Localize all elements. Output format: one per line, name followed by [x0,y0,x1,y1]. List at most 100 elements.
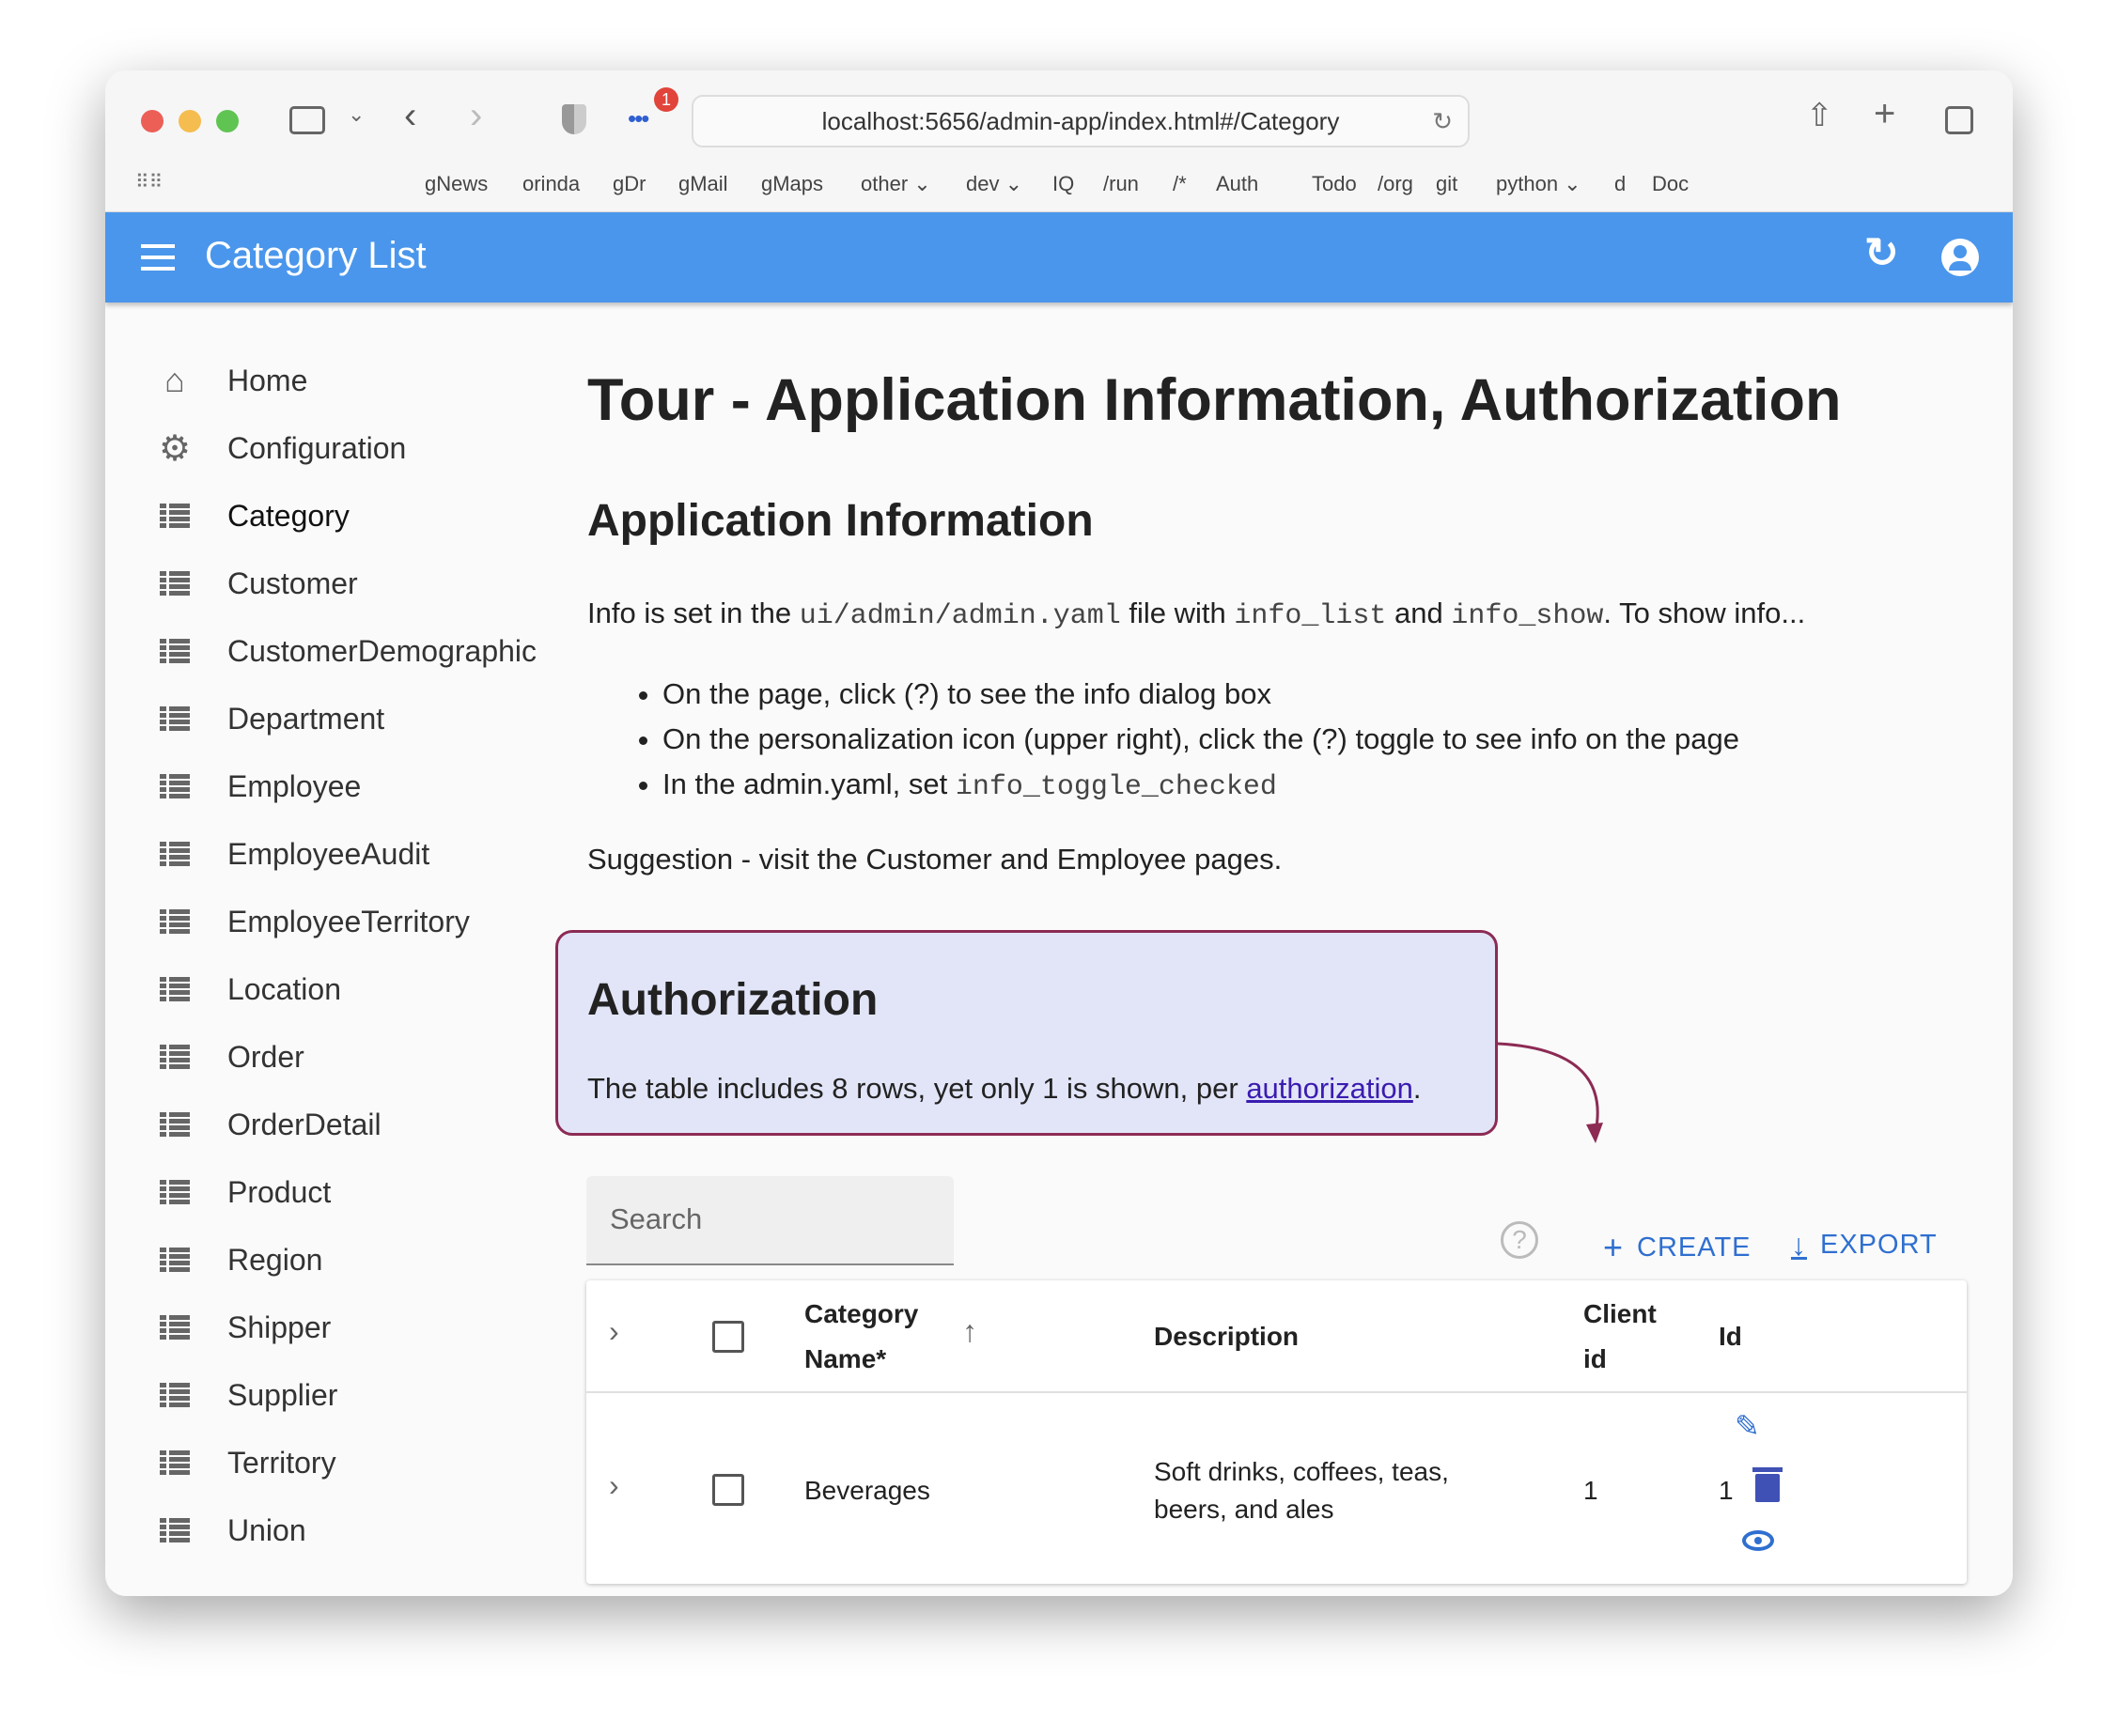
text: and [1386,597,1452,629]
delete-icon[interactable] [1752,1467,1783,1502]
sidebar-item-customer[interactable]: Customer [105,560,358,607]
list-icon [156,1315,194,1340]
list-icon [156,1450,194,1475]
text: The table includes 8 rows, yet only 1 is… [587,1072,1247,1105]
minimize-window-button[interactable] [179,110,201,132]
text: Client [1583,1299,1657,1328]
bookmark-item[interactable]: other ⌄ [861,172,931,196]
header-client-id[interactable]: Client id [1583,1292,1657,1382]
bullet-item: On the page, click (?) to see the info d… [662,672,1739,717]
browser-toolbar: ⌄ ‹ › ••• 1 localhost:5656/admin-app/ind… [105,70,2013,212]
cell-id: 1 [1719,1476,1734,1505]
extensions-icon[interactable]: ••• [628,104,649,133]
search-input[interactable]: Search [586,1176,954,1265]
forward-icon[interactable]: › [470,95,482,137]
list-icon [156,909,194,934]
bookmark-item[interactable]: gDr [613,172,646,196]
bookmark-item[interactable]: orinda [522,172,580,196]
cell-description: Soft drinks, coffees, teas, beers, and al… [1154,1453,1449,1528]
row-checkbox[interactable] [712,1474,744,1506]
help-icon[interactable]: ? [1501,1221,1538,1259]
back-icon[interactable]: ‹ [404,95,416,137]
account-icon[interactable] [1941,239,1979,276]
sidebar-item-category[interactable]: Category [105,492,350,539]
tabs-overview-icon[interactable] [1945,106,1973,134]
sidebar-item-label: Supplier [227,1377,338,1412]
sidebar-item-territory[interactable]: Territory [105,1439,336,1486]
address-bar[interactable]: localhost:5656/admin-app/index.html#/Cat… [692,95,1470,147]
view-icon[interactable] [1742,1530,1774,1551]
info-paragraph: Info is set in the ui/admin/admin.yaml f… [587,597,1805,632]
shield-icon[interactable] [562,104,586,134]
bookmark-item[interactable]: /* [1173,172,1187,196]
zoom-window-button[interactable] [216,110,239,132]
edit-icon[interactable]: ✎ [1735,1408,1760,1444]
header-description[interactable]: Description [1154,1314,1299,1359]
sidebar-item-home[interactable]: ⌂ Home [105,357,307,404]
cell-client-id: 1 [1583,1476,1598,1505]
sidebar-item-employeeaudit[interactable]: EmployeeAudit [105,830,429,877]
sidebar-item-location[interactable]: Location [105,966,341,1013]
sidebar-item-customerdemographic[interactable]: CustomerDemographic [105,628,537,674]
sidebar-item-label: Location [227,971,341,1006]
sidebar-item-label: CustomerDemographic [227,633,537,668]
authorization-callout: Authorization The table includes 8 rows,… [555,930,1498,1136]
sidebar-toggle-icon[interactable] [289,106,325,134]
bookmark-item[interactable]: Todo [1312,172,1357,196]
reload-icon[interactable]: ↻ [1432,97,1453,146]
create-button[interactable]: + CREATE [1603,1228,1752,1267]
sidebar-item-orderdetail[interactable]: OrderDetail [105,1101,382,1148]
list-icon [156,639,194,663]
header-category-name[interactable]: Category Name* [804,1292,918,1382]
sort-ascending-icon[interactable]: ↑ [962,1314,977,1349]
bookmark-item[interactable]: git [1436,172,1457,196]
export-button[interactable]: ↓ EXPORT [1791,1228,1938,1263]
expand-all-icon[interactable]: › [609,1314,619,1349]
authorization-link[interactable]: authorization [1246,1072,1413,1105]
list-icon [156,1248,194,1272]
sidebar-item-union[interactable]: Union [105,1507,306,1554]
sidebar-item-region[interactable]: Region [105,1236,322,1283]
url-text: localhost:5656/admin-app/index.html#/Cat… [821,107,1340,135]
bookmark-item[interactable]: gMail [678,172,728,196]
suggestion-text: Suggestion - visit the Customer and Empl… [587,843,1283,876]
sidebar-item-shipper[interactable]: Shipper [105,1304,331,1351]
callout-arrow [1497,1042,1603,1143]
bookmark-item[interactable]: dev ⌄ [966,172,1022,196]
info-bullets: On the page, click (?) to see the info d… [662,672,1739,810]
sidebar-item-order[interactable]: Order [105,1033,304,1080]
bookmark-item[interactable]: gMaps [761,172,823,196]
text: . To show info... [1603,597,1806,629]
bookmark-item[interactable]: IQ [1052,172,1074,196]
sidebar-item-employeeterritory[interactable]: EmployeeTerritory [105,898,470,945]
code: ui/admin/admin.yaml [799,600,1121,632]
text: Info is set in the [587,597,800,629]
sidebar-item-configuration[interactable]: ⚙ Configuration [105,425,406,472]
menu-icon[interactable] [141,244,175,271]
share-icon[interactable]: ⇧ [1806,97,1833,134]
bookmark-item[interactable]: gNews [425,172,488,196]
select-all-checkbox[interactable] [712,1321,744,1353]
bookmark-item[interactable]: Doc [1652,172,1689,196]
text: beers, and ales [1154,1495,1334,1524]
sidebar-item-product[interactable]: Product [105,1169,331,1216]
sidebar-item-supplier[interactable]: Supplier [105,1372,337,1418]
bookmark-item[interactable]: python ⌄ [1496,172,1581,196]
bookmark-item[interactable]: /run [1103,172,1139,196]
new-tab-icon[interactable]: + [1874,93,1895,135]
sidebar-item-label: EmployeeTerritory [227,904,470,938]
sidebar-item-employee[interactable]: Employee [105,763,361,810]
sidebar-item-department[interactable]: Department [105,695,384,742]
bookmark-item[interactable]: Auth [1216,172,1258,196]
refresh-icon[interactable]: ↻ [1864,229,1899,277]
close-window-button[interactable] [141,110,164,132]
chevron-down-icon[interactable]: ⌄ [348,102,365,127]
table-row[interactable]: › Beverages Soft drinks, coffees, teas, b… [586,1395,1967,1583]
apps-grid-icon[interactable]: ⠿⠿ [135,170,163,194]
sidebar-item-label: Union [227,1512,306,1547]
bookmark-item[interactable]: d [1614,172,1626,196]
plus-icon: + [1603,1228,1625,1266]
header-id[interactable]: Id [1719,1314,1742,1359]
expand-row-icon[interactable]: › [609,1468,619,1503]
bookmark-item[interactable]: /org [1378,172,1413,196]
